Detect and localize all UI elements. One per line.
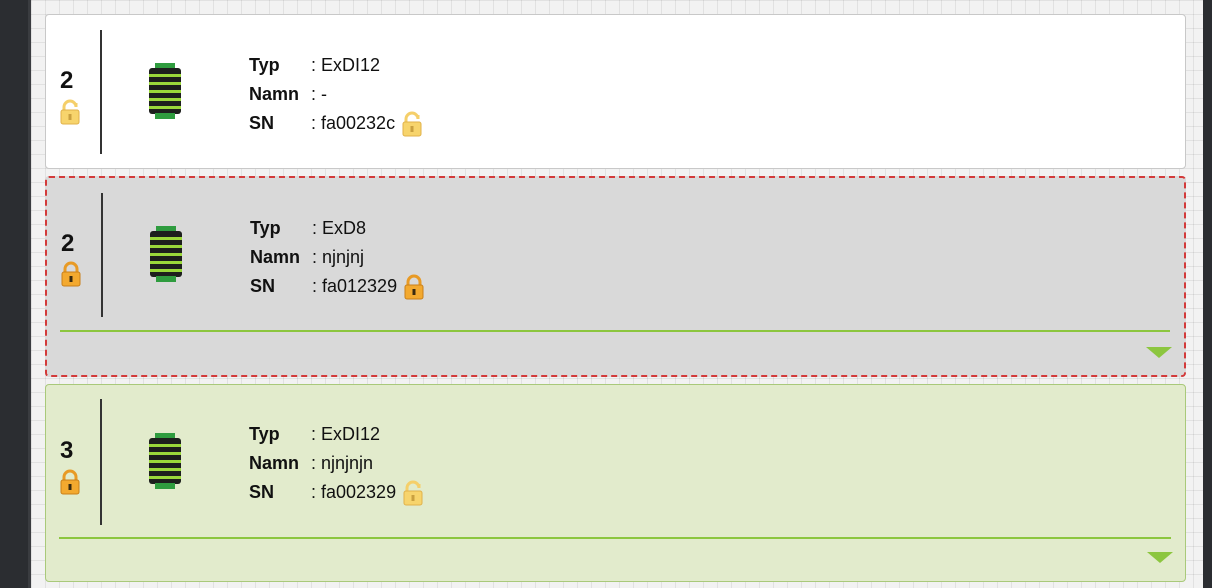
unlocked-padlock-icon[interactable] — [59, 99, 81, 125]
expand-arrow-icon[interactable] — [1146, 347, 1172, 358]
sn-value: : fa002329 — [311, 482, 397, 502]
typ-label: Typ — [249, 55, 280, 75]
module-index: 2 — [61, 230, 75, 257]
device-module-icon — [146, 225, 186, 283]
divider — [100, 399, 102, 525]
typ-label: Typ — [249, 424, 280, 444]
locked-padlock-icon[interactable] — [59, 469, 81, 495]
namn-value: : - — [311, 84, 327, 104]
expand-arrow-icon[interactable] — [1147, 552, 1173, 563]
sn-value: : fa012329 — [312, 276, 398, 296]
module-card[interactable]: 3 Typ : ExDI12 Namn : njnjnjn SN : fa002329 — [45, 384, 1186, 582]
module-list-canvas: 2 Typ : ExDI12 Namn : - SN : fa00232c 2 Typ… — [28, 0, 1203, 588]
unlocked-padlock-icon[interactable] — [402, 480, 424, 506]
namn-label: Namn — [249, 453, 300, 473]
module-info: Typ : ExDI12 Namn : - SN : fa00232c — [249, 51, 423, 138]
sn-label: SN — [250, 276, 276, 296]
typ-value: : ExDI12 — [311, 55, 381, 75]
expand-divider — [60, 330, 1170, 332]
expand-divider — [59, 537, 1171, 539]
locked-padlock-icon[interactable] — [60, 261, 82, 287]
unlocked-padlock-icon[interactable] — [401, 111, 423, 137]
device-module-icon — [145, 62, 185, 120]
divider — [101, 193, 103, 317]
module-card[interactable]: 2 Typ : ExDI12 Namn : - SN : fa00232c — [45, 14, 1186, 169]
namn-label: Namn — [250, 247, 301, 267]
module-index: 2 — [60, 67, 74, 94]
module-index: 3 — [60, 437, 74, 464]
typ-label: Typ — [250, 218, 281, 238]
module-card-selected[interactable]: 2 Typ : ExD8 Namn : njnjnj SN : fa012329 — [45, 176, 1186, 377]
namn-value: : njnjnj — [312, 247, 365, 267]
typ-value: : ExDI12 — [311, 424, 381, 444]
sn-label: SN — [249, 113, 275, 133]
namn-value: : njnjnjn — [311, 453, 374, 473]
device-module-icon — [145, 432, 185, 490]
sn-value: : fa00232c — [311, 113, 396, 133]
locked-padlock-icon[interactable] — [403, 274, 425, 300]
module-info: Typ : ExD8 Namn : njnjnj SN : fa012329 — [250, 214, 425, 301]
sn-label: SN — [249, 482, 275, 502]
namn-label: Namn — [249, 84, 300, 104]
typ-value: : ExD8 — [312, 218, 367, 238]
module-info: Typ : ExDI12 Namn : njnjnjn SN : fa002329 — [249, 420, 424, 507]
divider — [100, 30, 102, 154]
